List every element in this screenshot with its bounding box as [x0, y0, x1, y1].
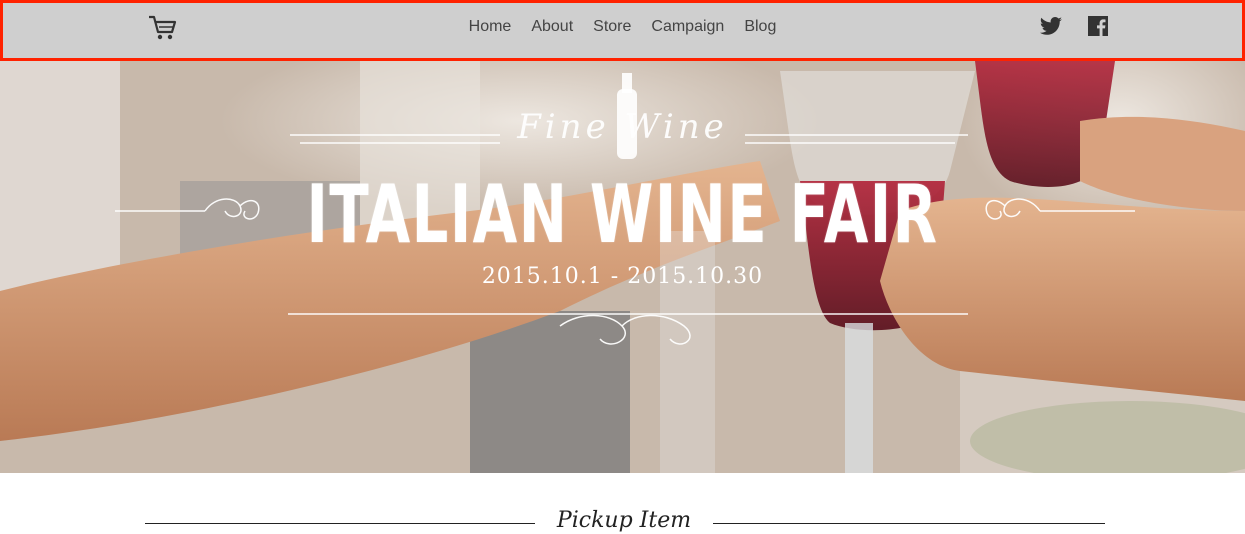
- pickup-section-heading: Pickup Item: [0, 506, 1245, 534]
- section-title: Pickup Item: [556, 508, 692, 533]
- hero-subtitle: Fine Wine: [517, 107, 728, 147]
- twitter-icon[interactable]: [1039, 14, 1063, 38]
- nav-store[interactable]: Store: [593, 17, 631, 37]
- hero-banner: Fine Wine ITALIAN WINE FAIR 2015.10.1 - …: [0, 61, 1245, 473]
- nav-about[interactable]: About: [531, 17, 573, 37]
- facebook-icon[interactable]: [1086, 14, 1110, 38]
- nav-home[interactable]: Home: [469, 17, 512, 37]
- hero-title: ITALIAN WINE FAIR: [306, 168, 939, 261]
- nav-campaign[interactable]: Campaign: [651, 17, 724, 37]
- hero-dates: 2015.10.1 - 2015.10.30: [481, 264, 764, 289]
- nav-blog[interactable]: Blog: [744, 17, 776, 37]
- site-header: Home About Store Campaign Blog: [0, 0, 1245, 61]
- heading-divider-left: [145, 523, 535, 524]
- heading-divider-right: [713, 523, 1105, 524]
